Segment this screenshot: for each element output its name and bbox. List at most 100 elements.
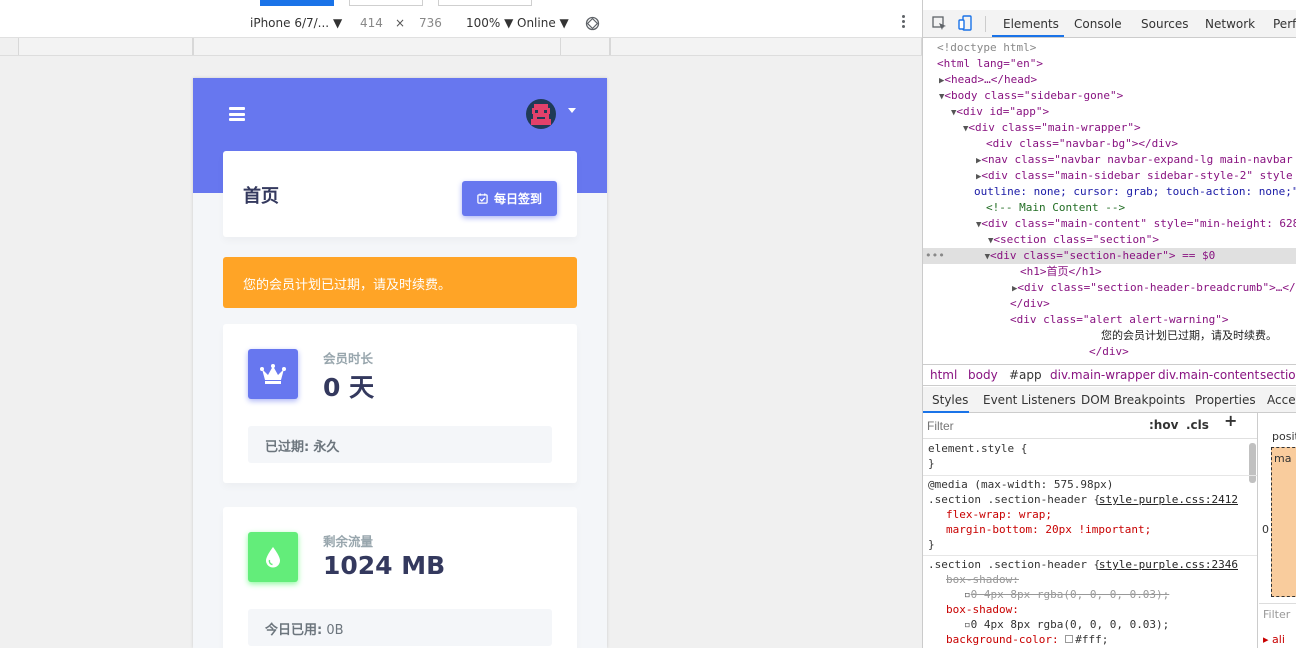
add-rule-button[interactable]: + [1224, 413, 1237, 429]
tab-properties[interactable]: Properties [1195, 393, 1256, 407]
zoom-select[interactable]: 100% ▼ [466, 16, 513, 30]
today-used: 今日已用: 0B [248, 609, 552, 646]
computed-prop[interactable]: ▸ ali [1263, 633, 1285, 646]
strip-tab[interactable] [349, 0, 423, 6]
more-options-icon[interactable] [898, 13, 908, 33]
tab-event-listeners[interactable]: Event Listeners [983, 393, 1076, 407]
styles-tabbar: Styles Event Listeners DOM Breakpoints P… [923, 387, 1296, 413]
strip-tab[interactable] [438, 0, 532, 6]
avatar[interactable] [526, 99, 556, 129]
source-link[interactable]: style-purple.css:2412 [1099, 493, 1238, 508]
css-property-overridden[interactable]: box-shadow: [946, 573, 1019, 588]
rule-close: } [928, 457, 935, 470]
chevron-down-icon[interactable] [568, 108, 576, 113]
dom-node[interactable]: ▶<div class="section-header-breadcrumb">… [923, 280, 1296, 296]
dom-node[interactable]: <div class="alert alert-warning"> [923, 312, 1296, 328]
dom-comment[interactable]: <!-- Main Content --> [923, 200, 1296, 216]
element-style-selector[interactable]: element.style { [928, 442, 1027, 457]
dom-node-continued: outline: none; cursor: grab; touch-actio… [974, 185, 1296, 198]
css-rule-selector[interactable]: .section .section-header { style-purple.… [928, 558, 1253, 573]
dom-node[interactable]: ▶<div class="main-sidebar sidebar-style-… [923, 168, 1296, 184]
css-property[interactable]: box-shadow: [946, 603, 1019, 618]
member-expiry-value: 永久 [313, 440, 340, 455]
dom-node-selected[interactable]: ••• ▼<div class="section-header"> == $0 [923, 248, 1296, 264]
dom-node[interactable]: ▼<section class="section"> [923, 232, 1296, 248]
calendar-check-icon [477, 193, 488, 204]
media-query: @media (max-width: 575.98px) [928, 478, 1114, 491]
dom-node[interactable]: ▼<div class="main-content" style="min-he… [923, 216, 1296, 232]
media-query-ruler [0, 38, 922, 56]
tab-dom-breakpoints[interactable]: DOM Breakpoints [1081, 393, 1185, 407]
dom-node[interactable]: <h1>首页</h1> [923, 264, 1296, 280]
dom-node[interactable]: ▼<div id="app"> [923, 104, 1296, 120]
source-link[interactable]: style-purple.css:2346 [1099, 558, 1238, 573]
device-select[interactable]: iPhone 6/7/... ▼ [250, 16, 342, 30]
rotate-icon[interactable] [585, 16, 600, 31]
dimension-separator: × [395, 16, 406, 30]
css-rule-selector[interactable]: .section .section-header { style-purple.… [928, 493, 1253, 508]
daily-checkin-button[interactable]: 每日签到 [462, 181, 557, 216]
section-header: 首页 每日签到 [223, 151, 577, 237]
dom-node[interactable]: <!doctype html> [923, 40, 1296, 56]
dom-node[interactable]: </div> [923, 296, 1296, 312]
dom-node[interactable]: </div> [923, 344, 1296, 360]
dom-node[interactable]: ▼<body class="sidebar-gone"> [923, 88, 1296, 104]
remaining-traffic-card: 剩余流量 1024 MB 今日已用: 0B [223, 507, 577, 648]
crumb-main-wrapper[interactable]: div.main-wrapper [1050, 368, 1155, 382]
device-toolbar: iPhone 6/7/... ▼ 414 × 736 100% ▼ Online… [0, 10, 922, 38]
crumb-html[interactable]: html [930, 368, 957, 382]
tab-sources[interactable]: Sources [1141, 17, 1188, 31]
crumb-main-content[interactable]: div.main-content [1158, 368, 1259, 382]
device-height[interactable]: 736 [419, 16, 442, 30]
css-value-overridden[interactable]: ▫0 4px 8px rgba(0, 0, 0, 0.03); [964, 588, 1169, 603]
dom-node[interactable]: ▼<div class="main-wrapper"> [923, 120, 1296, 136]
tab-network[interactable]: Network [1205, 17, 1255, 31]
top-strip [0, 0, 922, 10]
dom-tree: <!doctype html> <html lang="en"> ▶<head>… [923, 38, 1296, 364]
css-property[interactable]: background-color: #fff; [946, 633, 1108, 648]
css-property[interactable]: margin-bottom: 20px !important; [946, 523, 1151, 538]
crumb-app[interactable]: #app [1009, 368, 1042, 382]
css-value[interactable]: ▫0 4px 8px rgba(0, 0, 0, 0.03); [964, 618, 1169, 633]
dom-node[interactable]: ▶<nav class="navbar navbar-expand-lg mai… [923, 152, 1296, 168]
devtools-tabbar: Elements Console Sources Network Perf [923, 10, 1296, 38]
tab-styles[interactable]: Styles [932, 393, 968, 407]
strip-tab-active[interactable] [260, 0, 334, 6]
box-model-pane: positi ma 0 Filter ▸ ali [1259, 413, 1296, 648]
inspect-element-icon[interactable] [931, 15, 947, 31]
member-expiry: 已过期: 永久 [248, 426, 552, 463]
styles-scrollbar[interactable] [1249, 443, 1256, 483]
dom-node[interactable]: <div class="navbar-bg"></div> [923, 136, 1296, 152]
remaining-traffic-value: 1024 MB [323, 551, 446, 580]
tab-accessibility[interactable]: Acces [1267, 393, 1296, 407]
dom-node[interactable]: <html lang="en"> [923, 56, 1296, 72]
css-property[interactable]: flex-wrap: wrap; [946, 508, 1052, 523]
member-duration-value: 0 天 [323, 373, 375, 402]
daily-checkin-label: 每日签到 [493, 192, 542, 206]
today-used-value: 0B [326, 623, 344, 638]
styles-filter-input[interactable] [927, 417, 1137, 435]
dom-text-node[interactable]: 您的会员计划已过期，请及时续费。 [923, 328, 1296, 344]
phone-screen: 首页 每日签到 您的会员计划已过期，请及时续费。 会员时长 0 天 已过期: 永… [193, 78, 607, 648]
tab-console[interactable]: Console [1074, 17, 1122, 31]
selector-text: .section .section-header { [928, 558, 1101, 571]
hover-state-toggle[interactable]: :hov [1149, 418, 1178, 433]
device-width[interactable]: 414 [360, 16, 383, 30]
selector-text: .section .section-header { [928, 493, 1101, 506]
device-canvas: 首页 每日签到 您的会员计划已过期，请及时续费。 会员时长 0 天 已过期: 永… [0, 56, 922, 648]
crumb-section[interactable]: section [1260, 368, 1296, 382]
box-filter[interactable]: Filter [1259, 603, 1296, 629]
menu-icon[interactable] [229, 107, 245, 121]
class-toggle[interactable]: .cls [1186, 418, 1209, 433]
network-select[interactable]: Online ▼ [517, 16, 569, 30]
styles-filter-row: :hov .cls + [923, 413, 1257, 439]
device-toolbar-icon[interactable] [958, 15, 974, 31]
dom-node[interactable]: ▶<head>…</head> [923, 72, 1296, 88]
box-model-margin[interactable]: ma [1271, 447, 1296, 597]
tab-performance[interactable]: Perf [1273, 17, 1296, 31]
devtools-panel: Elements Console Sources Network Perf <!… [922, 0, 1296, 648]
box-model-label: positi [1272, 430, 1296, 443]
crumb-body[interactable]: body [968, 368, 998, 382]
alert-warning: 您的会员计划已过期，请及时续费。 [223, 257, 577, 308]
tab-elements[interactable]: Elements [1003, 17, 1059, 31]
